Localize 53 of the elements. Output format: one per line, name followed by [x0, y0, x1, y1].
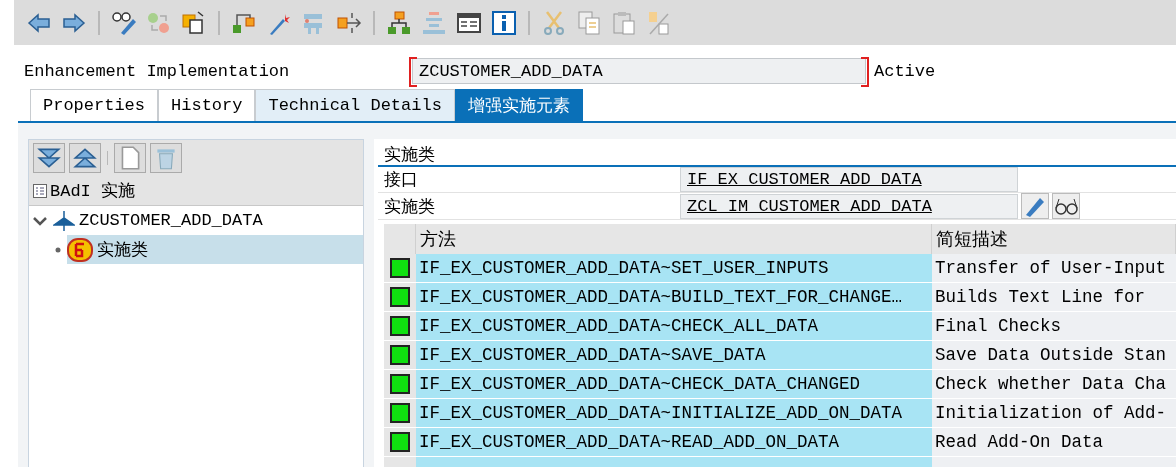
status-icon — [390, 345, 410, 365]
enhancement-icon — [53, 209, 75, 232]
tree-item[interactable]: 实施类 — [67, 235, 363, 264]
value-field[interactable]: IF_EX_CUSTOMER_ADD_DATA — [680, 167, 1018, 192]
field-label: 实施类 — [383, 196, 436, 218]
pencil-icon[interactable] — [1021, 193, 1049, 219]
table-cell: Final Checks — [932, 312, 1176, 341]
table-cell: IF_EX_CUSTOMER_ADD_DATA~SAVE_DATA — [416, 341, 932, 370]
table-cell: Read Add-On Data — [932, 428, 1176, 457]
table-cell: IF_EX_CUSTOMER_ADD_DATA~INITIALIZE_ADD_ON_DATA — [416, 399, 932, 428]
collapse-all-icon[interactable] — [69, 143, 101, 173]
tab[interactable]: Technical Details — [255, 89, 455, 121]
status-icon — [390, 258, 410, 278]
status-icon — [390, 432, 410, 452]
paste-icon[interactable] — [611, 9, 637, 36]
status-icon — [390, 374, 410, 394]
field-label: Enhancement Implementation — [24, 61, 291, 81]
info-icon[interactable] — [491, 9, 517, 36]
tree-header: BAdI 实施 — [50, 181, 135, 202]
tab[interactable]: Properties — [30, 89, 159, 121]
table-cell: IF_EX_CUSTOMER_ADD_DATA~SET_USER_INPUTS — [416, 254, 932, 283]
glasses-icon[interactable] — [1052, 193, 1080, 219]
column-header[interactable]: 简短描述 — [932, 224, 1176, 254]
table-cell: Transfer of User-Input — [932, 254, 1176, 283]
table-cell: Builds Text Line for — [932, 283, 1176, 312]
cut-document-icon[interactable] — [646, 9, 672, 36]
column-header[interactable]: 方法 — [416, 224, 932, 254]
table-cell: Save Data Outside Stan — [932, 341, 1176, 370]
value-field[interactable]: ZCL_IM_CUSTOMER_ADD_DATA — [680, 193, 1018, 219]
table-cell: IF_EX_CUSTOMER_ADD_DATA~CHECK_ALL_DATA — [416, 312, 932, 341]
status-icon — [390, 403, 410, 423]
implementation-name-field[interactable]: ZCUSTOMER_ADD_DATA — [412, 58, 866, 84]
bullet-icon — [55, 246, 61, 253]
tab[interactable]: History — [158, 89, 256, 121]
glasses-pencil-icon[interactable] — [111, 9, 137, 36]
class-icon — [67, 237, 93, 262]
new-document-icon[interactable] — [114, 143, 146, 173]
table-cell: Initialization of Add- — [932, 399, 1176, 428]
field-label: 接口 — [383, 170, 419, 191]
table-cell: IF_EX_CUSTOMER_ADD_DATA~CHECK_DATA_CHANGED — [416, 370, 932, 399]
tree-list-icon — [33, 183, 47, 198]
org-chart-icon[interactable] — [386, 9, 412, 36]
tree-item[interactable]: ZCUSTOMER_ADD_DATA — [53, 206, 269, 235]
tab[interactable]: 增强实施元素 — [454, 89, 583, 121]
table-cell: IF_EX_CUSTOMER_ADD_DATA~BUILD_TEXT_FOR_CHANGE… — [416, 283, 932, 312]
status-text: Active — [874, 61, 936, 81]
expand-all-icon[interactable] — [33, 143, 65, 173]
expand-chevron-icon[interactable] — [33, 215, 47, 226]
status-icon — [390, 287, 410, 307]
table-cell: IF_EX_CUSTOMER_ADD_DATA~READ_ADD_ON_DATA — [416, 428, 932, 457]
table-cell: Check whether Data Cha — [932, 370, 1176, 399]
copy-icon[interactable] — [576, 9, 602, 36]
status-icon — [390, 316, 410, 336]
